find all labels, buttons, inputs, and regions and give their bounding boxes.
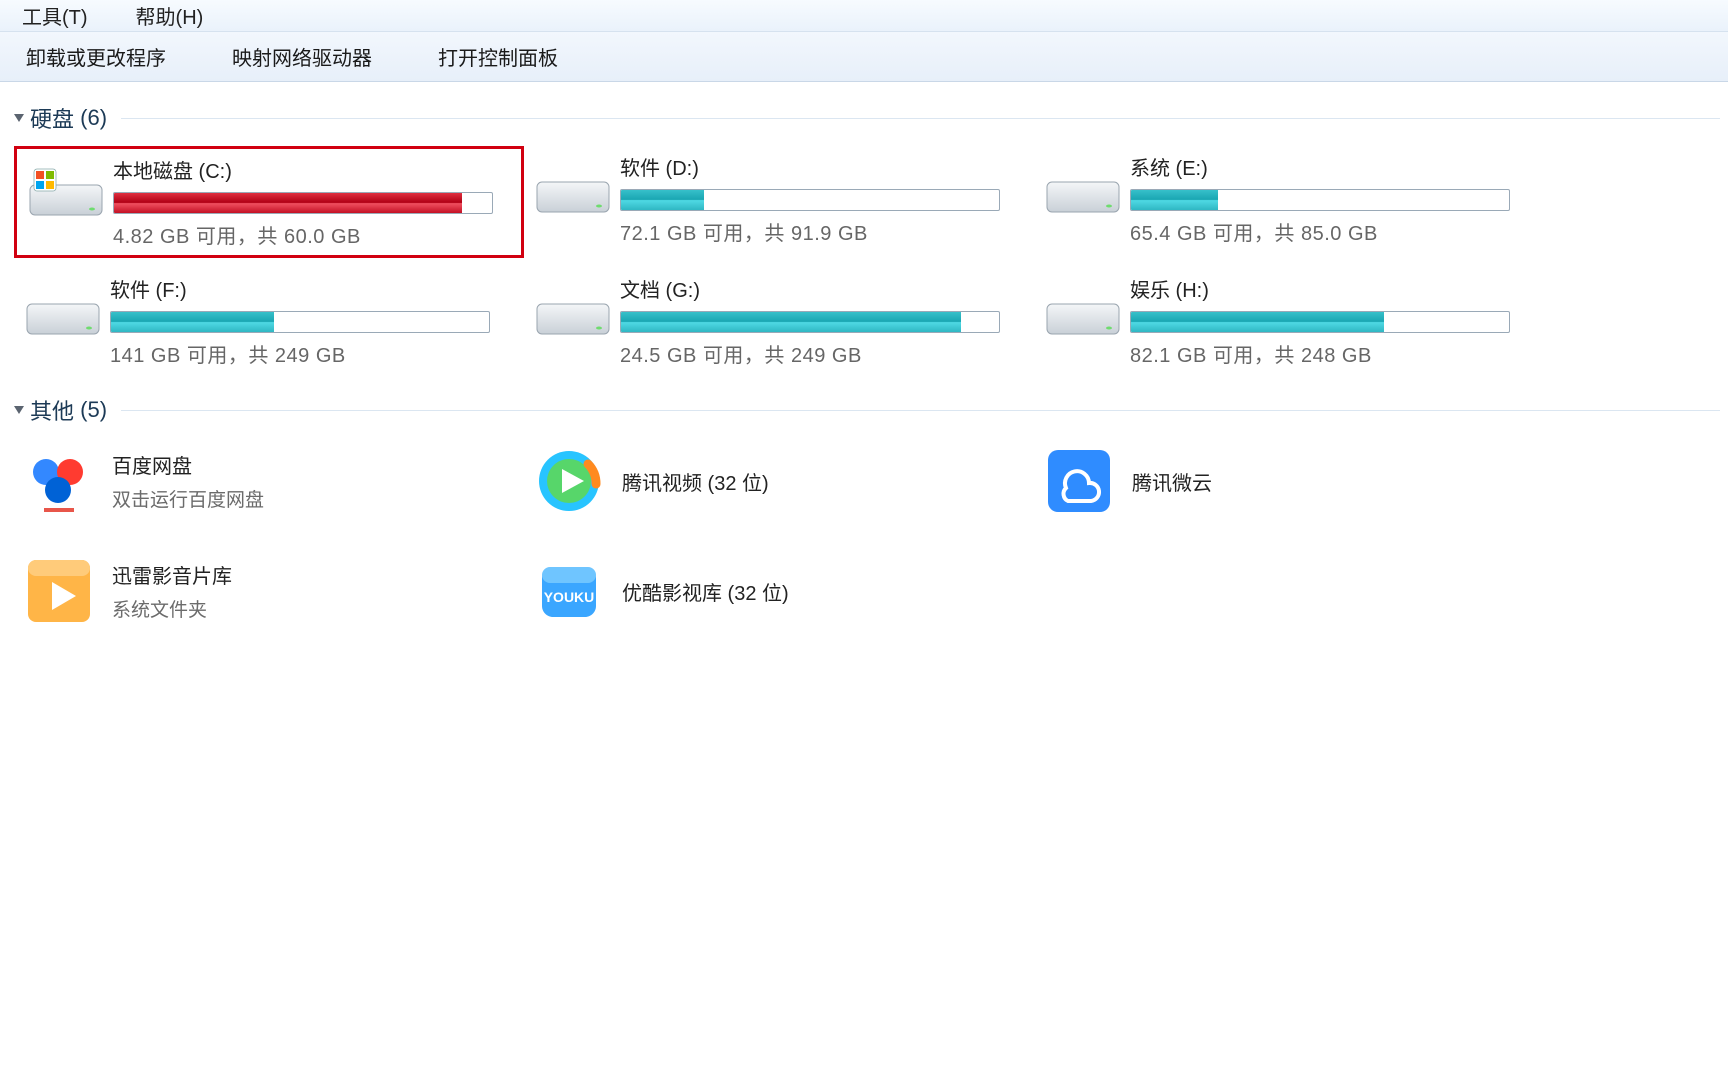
content-area: 硬盘 (6) 本地磁盘 (C:) 4.82 GB 可用，共 60.0 GB 软件 (… bbox=[0, 82, 1728, 634]
group-label: 其他 bbox=[30, 394, 74, 426]
other-item[interactable]: 迅雷影音片库系统文件夹 bbox=[14, 548, 524, 634]
hard-drive-icon bbox=[1038, 274, 1128, 348]
xunlei-icon bbox=[18, 550, 100, 632]
hard-drive-icon bbox=[528, 152, 618, 226]
tencent-video-icon bbox=[528, 440, 610, 522]
drive-stat: 65.4 GB 可用，共 85.0 GB bbox=[1130, 217, 1510, 246]
toolbar-control-panel[interactable]: 打开控制面板 bbox=[420, 38, 576, 75]
app-title: 迅雷影音片库 bbox=[112, 560, 232, 589]
menubar: 工具(T) 帮助(H) bbox=[0, 0, 1728, 32]
drive-stat: 4.82 GB 可用，共 60.0 GB bbox=[113, 220, 493, 249]
capacity-fill bbox=[621, 312, 961, 332]
hard-drive-icon bbox=[1038, 152, 1128, 226]
other-item[interactable]: 腾讯视频 (32 位) bbox=[524, 438, 1034, 524]
other-item[interactable]: 百度网盘双击运行百度网盘 bbox=[14, 438, 524, 524]
hard-drive-icon bbox=[528, 274, 618, 348]
group-header-other[interactable]: 其他 (5) bbox=[14, 394, 1720, 426]
capacity-bar bbox=[1130, 189, 1510, 211]
app-title: 百度网盘 bbox=[112, 450, 264, 479]
menu-tools[interactable]: 工具(T) bbox=[22, 1, 88, 30]
svg-text:YOUKU: YOUKU bbox=[544, 589, 595, 605]
group-label: 硬盘 bbox=[30, 102, 74, 134]
toolbar: 卸载或更改程序 映射网络驱动器 打开控制面板 bbox=[0, 32, 1728, 82]
menu-help[interactable]: 帮助(H) bbox=[136, 1, 204, 30]
baidu-icon bbox=[18, 440, 100, 522]
drive-label: 本地磁盘 (C:) bbox=[113, 155, 493, 184]
divider bbox=[121, 118, 1720, 119]
app-subtitle: 系统文件夹 bbox=[112, 595, 232, 622]
drive-item[interactable]: 文档 (G:) 24.5 GB 可用，共 249 GB bbox=[524, 268, 1034, 374]
hard-drive-icon bbox=[21, 155, 111, 229]
group-header-hdd[interactable]: 硬盘 (6) bbox=[14, 102, 1720, 134]
group-count: (5) bbox=[80, 397, 107, 423]
drive-label: 软件 (D:) bbox=[620, 152, 1000, 181]
drive-item[interactable]: 软件 (F:) 141 GB 可用，共 249 GB bbox=[14, 268, 524, 374]
group-count: (6) bbox=[80, 105, 107, 131]
drive-label: 软件 (F:) bbox=[110, 274, 490, 303]
capacity-fill bbox=[621, 190, 704, 210]
drive-label: 文档 (G:) bbox=[620, 274, 1000, 303]
drive-stat: 72.1 GB 可用，共 91.9 GB bbox=[620, 217, 1000, 246]
capacity-bar bbox=[620, 311, 1000, 333]
capacity-bar bbox=[110, 311, 490, 333]
hard-drive-icon bbox=[18, 274, 108, 348]
drive-item[interactable]: 系统 (E:) 65.4 GB 可用，共 85.0 GB bbox=[1034, 146, 1544, 258]
app-title: 优酷影视库 (32 位) bbox=[622, 577, 789, 606]
capacity-bar bbox=[113, 192, 493, 214]
app-subtitle: 双击运行百度网盘 bbox=[112, 485, 264, 512]
chevron-down-icon bbox=[14, 114, 24, 122]
capacity-bar bbox=[620, 189, 1000, 211]
youku-icon: YOUKU bbox=[528, 550, 610, 632]
capacity-fill bbox=[111, 312, 274, 332]
capacity-bar bbox=[1130, 311, 1510, 333]
other-item[interactable]: 腾讯微云 bbox=[1034, 438, 1544, 524]
other-item[interactable]: YOUKU 优酷影视库 (32 位) bbox=[524, 548, 1034, 634]
weiyun-icon bbox=[1038, 440, 1120, 522]
drive-stat: 82.1 GB 可用，共 248 GB bbox=[1130, 339, 1510, 368]
drive-label: 娱乐 (H:) bbox=[1130, 274, 1510, 303]
drive-label: 系统 (E:) bbox=[1130, 152, 1510, 181]
drive-stat: 141 GB 可用，共 249 GB bbox=[110, 339, 490, 368]
drive-item[interactable]: 软件 (D:) 72.1 GB 可用，共 91.9 GB bbox=[524, 146, 1034, 258]
app-title: 腾讯微云 bbox=[1132, 467, 1212, 496]
capacity-fill bbox=[1131, 190, 1218, 210]
capacity-fill bbox=[1131, 312, 1384, 332]
drive-item[interactable]: 本地磁盘 (C:) 4.82 GB 可用，共 60.0 GB bbox=[14, 146, 524, 258]
chevron-down-icon bbox=[14, 406, 24, 414]
app-title: 腾讯视频 (32 位) bbox=[622, 467, 769, 496]
divider bbox=[121, 410, 1720, 411]
capacity-fill bbox=[114, 193, 462, 213]
drive-stat: 24.5 GB 可用，共 249 GB bbox=[620, 339, 1000, 368]
toolbar-map-drive[interactable]: 映射网络驱动器 bbox=[214, 38, 390, 75]
toolbar-uninstall[interactable]: 卸载或更改程序 bbox=[8, 38, 184, 75]
drive-item[interactable]: 娱乐 (H:) 82.1 GB 可用，共 248 GB bbox=[1034, 268, 1544, 374]
